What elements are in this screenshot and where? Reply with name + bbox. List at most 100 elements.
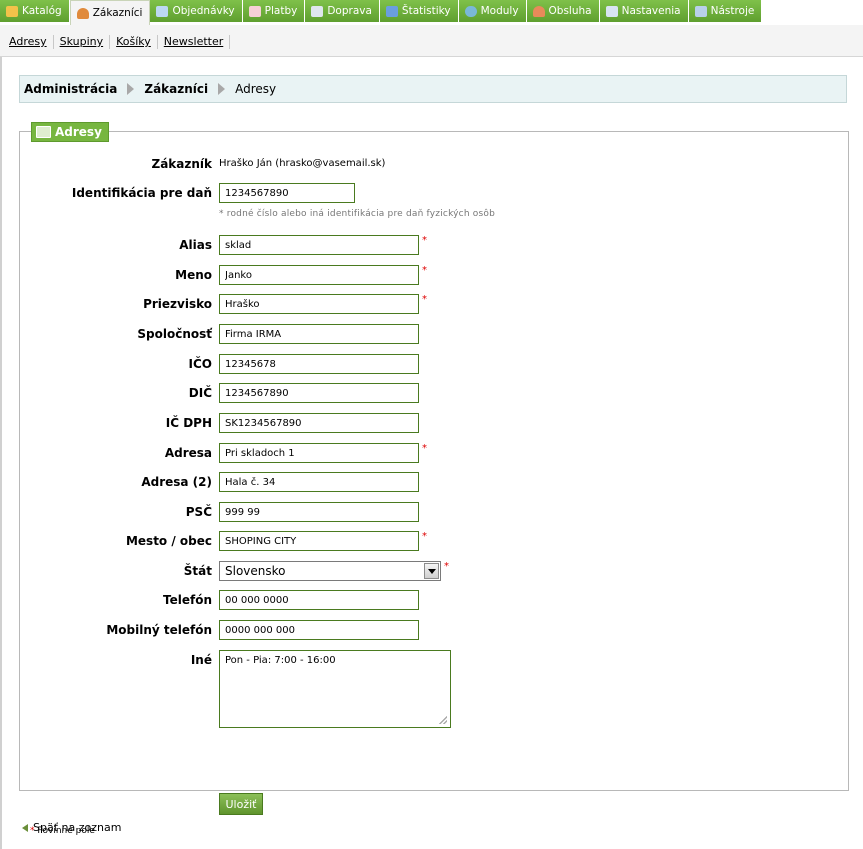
required-marker: * <box>444 561 449 572</box>
subnav-kosiky[interactable]: Košíky <box>110 35 158 49</box>
subnav-newsletter[interactable]: Newsletter <box>158 35 231 49</box>
subnav-skupiny[interactable]: Skupiny <box>54 35 111 49</box>
payments-icon <box>248 5 261 17</box>
catalog-icon <box>6 5 18 17</box>
row-country: Štát Slovensko * <box>20 561 850 581</box>
statistics-icon <box>385 5 398 17</box>
city-label: Mesto / obec <box>125 534 212 548</box>
tab-label: Objednávky <box>172 5 235 17</box>
row-mobile: Mobilný telefón <box>20 620 850 640</box>
back-to-list-link[interactable]: Späť na zoznam <box>22 821 121 834</box>
sub-navigation: Adresy Skupiny Košíky Newsletter <box>0 25 863 57</box>
tab-label: Štatistiky <box>401 5 451 17</box>
country-label: Štát <box>183 564 212 578</box>
chevron-down-icon[interactable] <box>424 563 439 579</box>
required-marker: * <box>422 265 427 276</box>
zip-input[interactable] <box>219 502 419 522</box>
tab-platby[interactable]: Platby <box>242 0 306 22</box>
tab-katalog[interactable]: Katalóg <box>0 0 70 22</box>
required-marker: * <box>422 235 427 246</box>
breadcrumb-root[interactable]: Administrácia <box>24 82 117 96</box>
row-company: Spoločnosť <box>20 324 850 344</box>
dic-input[interactable] <box>219 383 419 403</box>
subnav-adresy[interactable]: Adresy <box>3 35 54 49</box>
tab-doprava[interactable]: Doprava <box>305 0 380 22</box>
address-input[interactable] <box>219 443 419 463</box>
service-icon <box>532 5 545 17</box>
name-label: Meno <box>175 268 212 282</box>
surname-input[interactable] <box>219 294 419 314</box>
customer-label: Zákazník <box>151 157 213 171</box>
tab-obsluha[interactable]: Obsluha <box>526 0 600 22</box>
row-icdph: IČ DPH <box>20 413 850 433</box>
legend-label: Adresy <box>55 125 102 139</box>
tab-statistiky[interactable]: Štatistiky <box>379 0 459 22</box>
row-address: Adresa * <box>20 443 850 463</box>
address-label: Adresa <box>164 446 212 460</box>
row-phone: Telefón <box>20 590 850 610</box>
icdph-label: IČ DPH <box>165 416 212 430</box>
phone-label: Telefón <box>163 593 212 607</box>
dic-label: DIČ <box>188 386 212 400</box>
chevron-right-icon <box>218 83 226 95</box>
top-navigation: Katalóg Zákazníci Objednávky Platby Dopr… <box>0 0 863 25</box>
resize-grip-icon[interactable] <box>439 716 447 724</box>
row-other: Iné Pon - Pia: 7:00 - 16:00 <box>20 650 850 730</box>
tab-label: Doprava <box>327 5 372 17</box>
customer-value: Hraško Ján (hrasko@vasemail.sk) <box>219 158 386 169</box>
back-label: Späť na zoznam <box>33 821 122 834</box>
tab-label: Katalóg <box>22 5 62 17</box>
taxid-hint: * rodné číslo alebo iná identifikácia pr… <box>219 209 496 219</box>
country-selected-value: Slovensko <box>225 564 286 578</box>
tab-label: Platby <box>264 5 298 17</box>
company-label: Spoločnosť <box>137 327 212 341</box>
breadcrumb-current: Adresy <box>235 82 277 96</box>
address2-label: Adresa (2) <box>141 475 212 489</box>
row-alias: Alias * <box>20 235 850 255</box>
chevron-right-icon <box>127 83 135 95</box>
customers-icon <box>76 7 89 19</box>
mobile-label: Mobilný telefón <box>106 623 212 637</box>
tab-objednavky[interactable]: Objednávky <box>150 0 243 22</box>
row-zip: PSČ <box>20 502 850 522</box>
main-tabs: Katalóg Zákazníci Objednávky Platby Dopr… <box>0 0 763 25</box>
tab-nastroje[interactable]: Nástroje <box>688 0 763 22</box>
required-marker: * <box>422 294 427 305</box>
tab-moduly[interactable]: Moduly <box>458 0 527 22</box>
row-city: Mesto / obec * <box>20 531 850 551</box>
country-select[interactable]: Slovensko <box>219 561 441 581</box>
main-content: Administrácia Zákazníci Adresy Adresy Zá… <box>0 57 863 849</box>
alias-input[interactable] <box>219 235 419 255</box>
row-customer: Zákazník Hraško Ján (hrasko@vasemail.sk) <box>20 154 850 174</box>
city-input[interactable] <box>219 531 419 551</box>
name-input[interactable] <box>219 265 419 285</box>
other-label: Iné <box>190 653 212 667</box>
arrow-left-icon <box>22 823 28 832</box>
breadcrumb: Administrácia Zákazníci Adresy <box>19 75 847 103</box>
taxid-label: Identifikácia pre daň <box>71 186 212 200</box>
tab-label: Obsluha <box>548 5 592 17</box>
icdph-input[interactable] <box>219 413 419 433</box>
tab-nastavenia[interactable]: Nastavenia <box>599 0 689 22</box>
breadcrumb-section[interactable]: Zákazníci <box>144 82 208 96</box>
row-ico: IČO <box>20 354 850 374</box>
save-button[interactable]: Uložiť <box>219 793 263 815</box>
other-textarea[interactable]: Pon - Pia: 7:00 - 16:00 <box>219 650 451 728</box>
address-book-icon <box>36 126 51 138</box>
mobile-input[interactable] <box>219 620 419 640</box>
ico-label: IČO <box>188 357 212 371</box>
tab-label: Nastavenia <box>621 5 681 17</box>
tab-label: Nástroje <box>710 5 755 17</box>
orders-icon <box>156 5 169 17</box>
settings-icon <box>605 5 618 17</box>
company-input[interactable] <box>219 324 419 344</box>
zip-label: PSČ <box>185 505 212 519</box>
surname-label: Priezvisko <box>143 297 212 311</box>
ico-input[interactable] <box>219 354 419 374</box>
required-marker: * <box>422 443 427 454</box>
address2-input[interactable] <box>219 472 419 492</box>
row-address2: Adresa (2) <box>20 472 850 492</box>
phone-input[interactable] <box>219 590 419 610</box>
tab-zakaznici[interactable]: Zákazníci <box>69 0 151 25</box>
taxid-input[interactable] <box>219 183 355 203</box>
